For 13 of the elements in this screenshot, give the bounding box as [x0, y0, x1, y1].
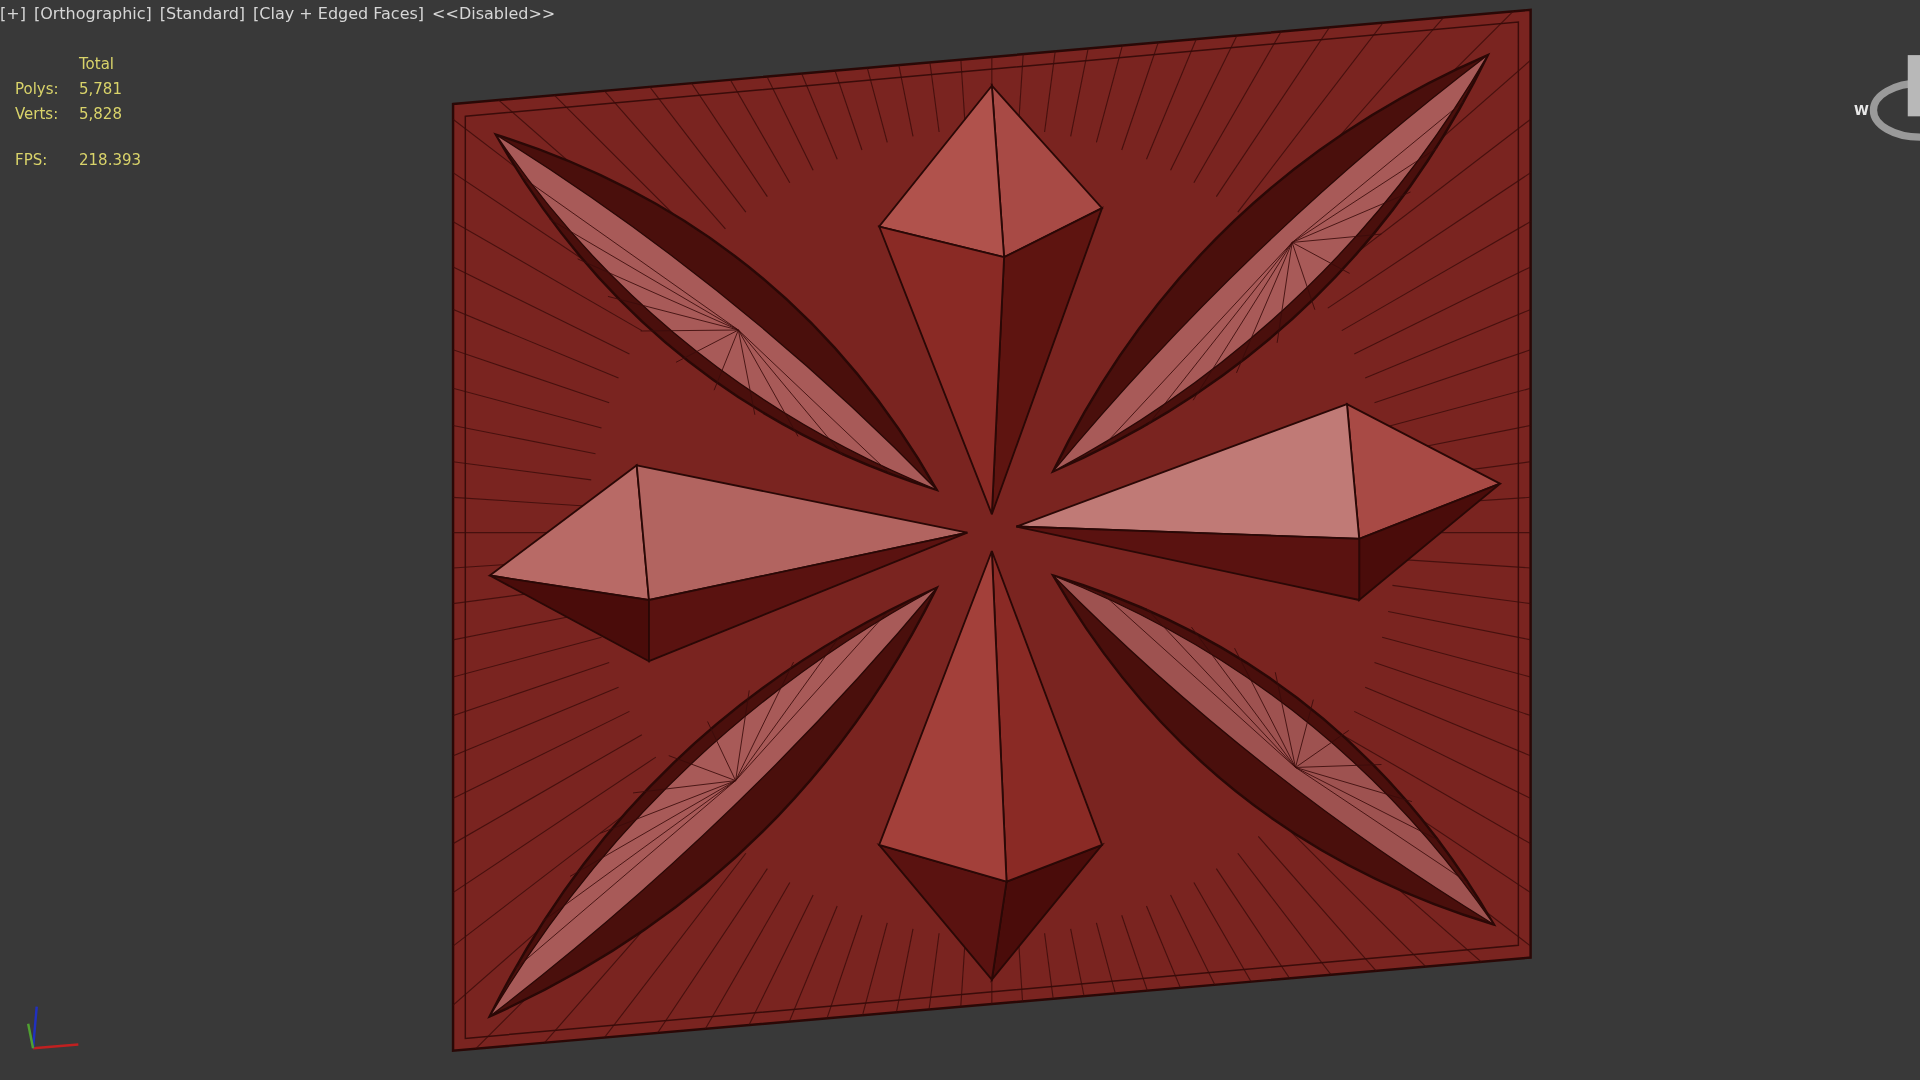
- stat-value: 5,828: [79, 104, 122, 124]
- viewport-menu-label[interactable]: [+]: [0, 4, 26, 24]
- viewport-menu-label[interactable]: <<Disabled>>: [432, 4, 556, 24]
- viewport-menu-label[interactable]: [Clay + Edged Faces]: [253, 4, 425, 24]
- stat-label: Polys:: [15, 79, 60, 99]
- compass-letter: W: [1853, 103, 1869, 119]
- stat-label: Verts:: [15, 104, 60, 124]
- stats-header: Total: [79, 54, 116, 74]
- viewport-menu-label[interactable]: [Standard]: [159, 4, 246, 24]
- fps-label: FPS:: [15, 150, 49, 170]
- fps-value: 218.393: [79, 150, 142, 170]
- stat-value: 5,781: [79, 79, 122, 99]
- viewport-menu-label[interactable]: [Orthographic]: [33, 4, 152, 24]
